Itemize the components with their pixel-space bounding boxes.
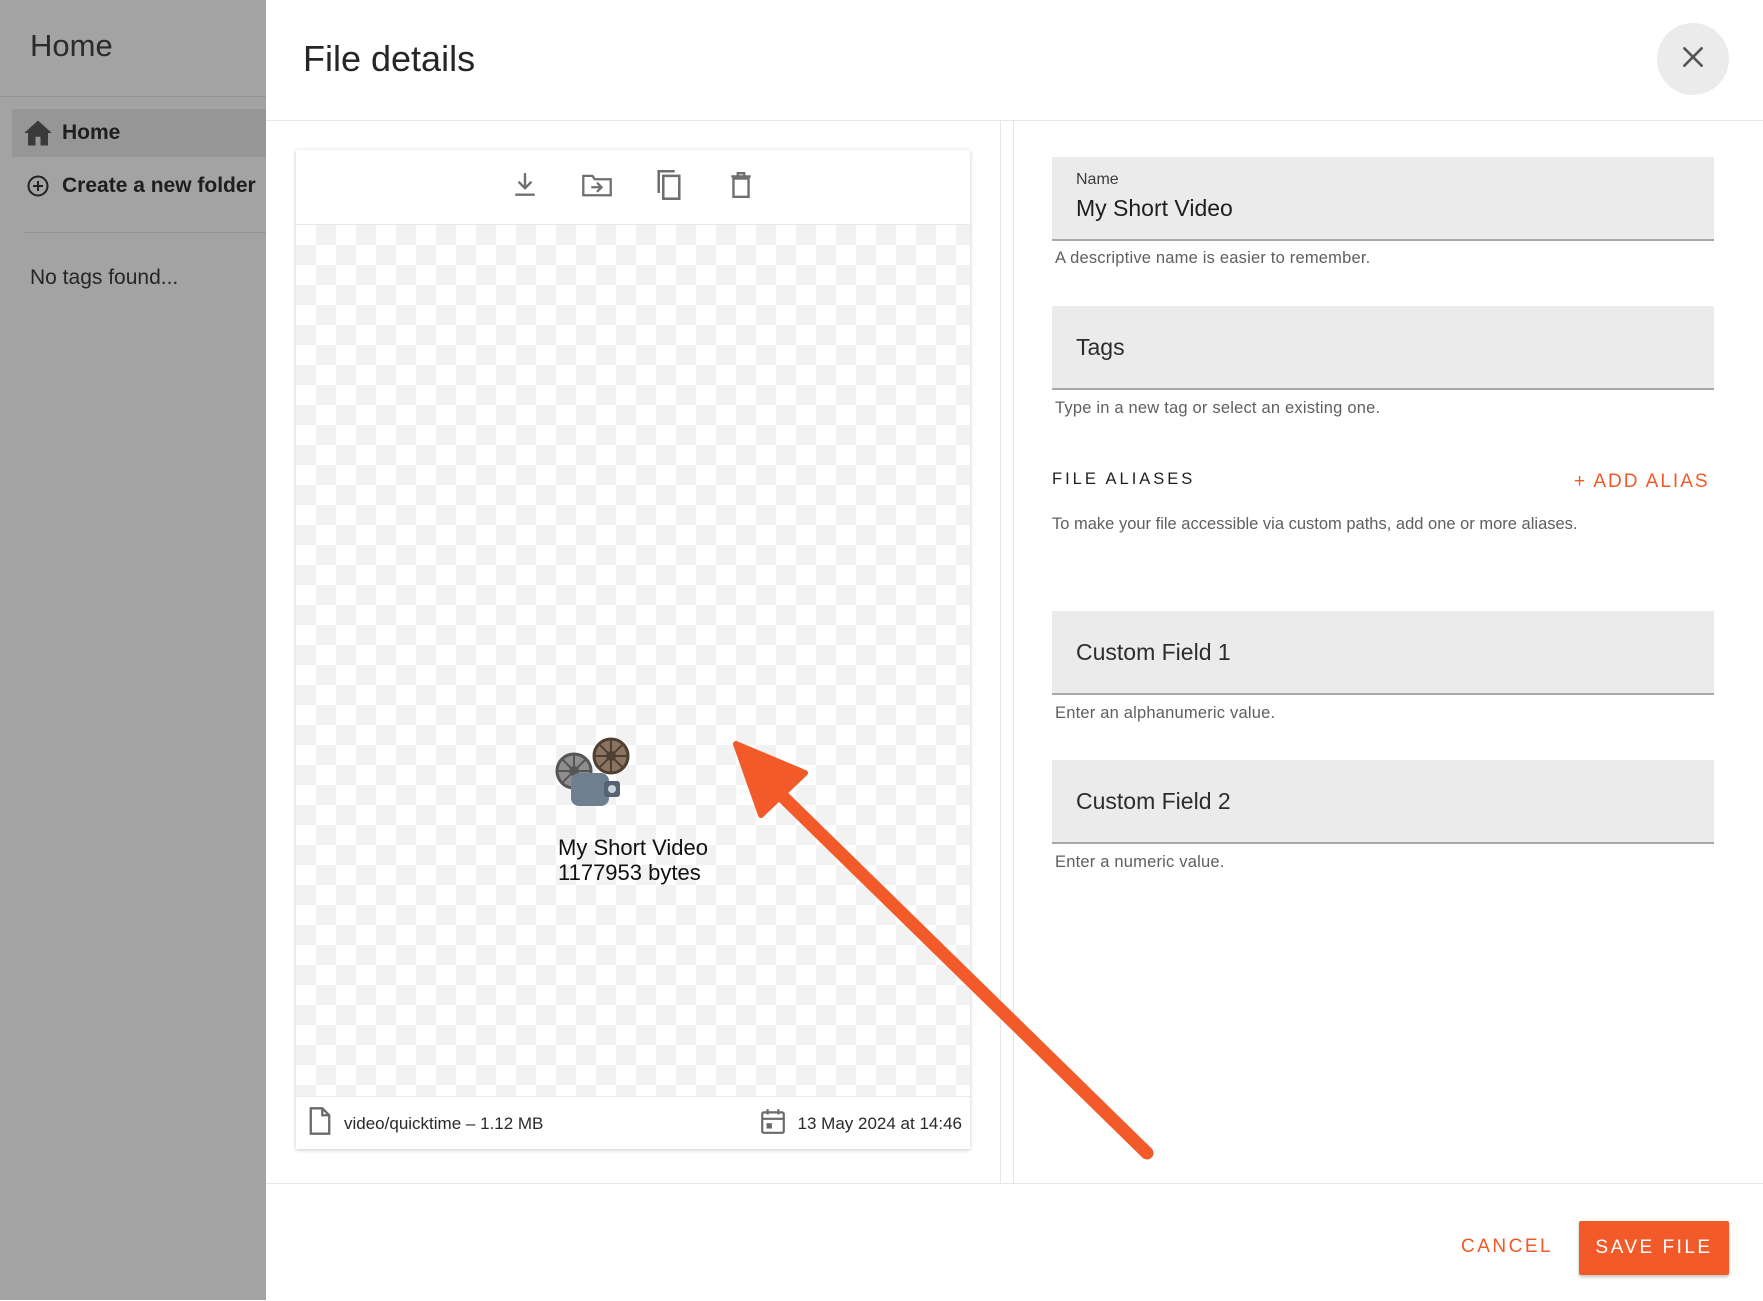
sidebar: Home Home Create a new folder No tags fo… [0, 0, 267, 1300]
document-icon [308, 1106, 344, 1141]
calendar-icon [760, 1107, 798, 1140]
file-aliases-title: FILE ALIASES [1052, 470, 1196, 488]
file-date: 13 May 2024 at 14:46 [797, 1113, 962, 1133]
close-button[interactable] [1657, 23, 1729, 95]
sidebar-item-label: Home [62, 121, 121, 144]
name-field-hint: A descriptive name is easier to remember… [1055, 249, 1371, 267]
sidebar-title: Home [30, 28, 113, 63]
sidebar-item-label: Create a new folder [62, 174, 256, 197]
delete-icon [729, 171, 753, 204]
custom-field-2-hint: Enter a numeric value. [1055, 853, 1225, 871]
delete-button[interactable] [723, 169, 759, 205]
tags-field[interactable]: Tags [1052, 306, 1714, 390]
sidebar-divider [24, 232, 266, 233]
preview-toolbar [296, 150, 970, 225]
custom-field-1-hint: Enter an alphanumeric value. [1055, 704, 1276, 722]
tags-field-hint: Type in a new tag or select an existing … [1055, 399, 1381, 417]
preview-file-name: My Short Video [558, 835, 709, 860]
cancel-button[interactable]: CANCEL [1461, 1221, 1553, 1273]
preview-footer: video/quicktime – 1.12 MB 13 May 2024 at… [296, 1096, 970, 1150]
sidebar-item-home[interactable]: Home [12, 109, 266, 157]
move-to-folder-icon [581, 172, 613, 203]
sidebar-divider [0, 96, 266, 97]
save-file-button[interactable]: SAVE FILE [1579, 1221, 1729, 1275]
tags-field-placeholder: Tags [1076, 334, 1125, 360]
name-field[interactable]: Name My Short Video [1052, 157, 1714, 241]
move-to-folder-button[interactable] [579, 169, 615, 205]
add-circle-icon [22, 170, 54, 202]
custom-field-1-label: Custom Field 1 [1076, 639, 1231, 665]
preview-file-size: 1177953 bytes [558, 860, 701, 885]
file-preview-card: My Short Video 1177953 bytes video/quick… [296, 150, 970, 1149]
preview-area: My Short Video 1177953 bytes [296, 225, 970, 1096]
film-projector-icon [554, 735, 634, 815]
sidebar-item-create-folder[interactable]: Create a new folder [12, 162, 266, 210]
file-details-dialog: File details My Short Video 1177953 byte… [266, 0, 1763, 1300]
dialog-footer: CANCEL SAVE FILE [266, 1183, 1763, 1301]
file-type-size: video/quicktime – 1.12 MB [344, 1113, 544, 1133]
custom-field-2-label: Custom Field 2 [1076, 788, 1231, 814]
tags-empty-text: No tags found... [30, 266, 179, 289]
home-icon [22, 117, 54, 149]
dialog-header: File details [266, 0, 1763, 121]
column-divider [1000, 120, 1014, 1183]
copy-button[interactable] [651, 169, 687, 205]
close-icon [1680, 44, 1706, 75]
file-aliases-hint: To make your file accessible via custom … [1052, 515, 1578, 533]
custom-field-1[interactable]: Custom Field 1 [1052, 611, 1714, 695]
name-field-value: My Short Video [1076, 195, 1233, 221]
dialog-title: File details [303, 38, 476, 79]
custom-field-2[interactable]: Custom Field 2 [1052, 760, 1714, 844]
name-field-label: Name [1076, 171, 1119, 188]
copy-icon [655, 169, 683, 206]
add-alias-button[interactable]: + ADD ALIAS [1574, 471, 1710, 493]
download-icon [512, 171, 538, 204]
download-button[interactable] [507, 169, 543, 205]
